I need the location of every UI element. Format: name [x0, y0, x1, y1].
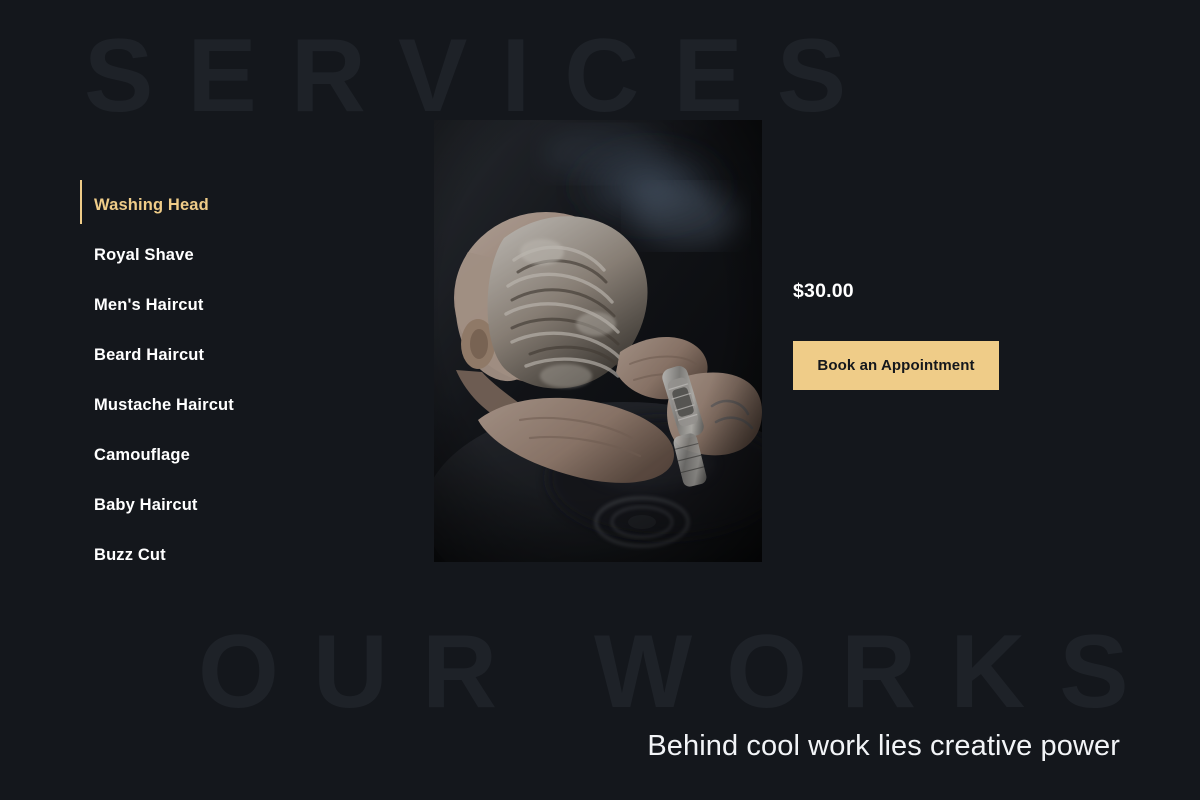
service-item-beard-haircut[interactable]: Beard Haircut	[80, 330, 380, 380]
service-item-label: Buzz Cut	[94, 545, 166, 564]
service-item-camouflage[interactable]: Camouflage	[80, 430, 380, 480]
service-item-washing-head[interactable]: Washing Head	[80, 180, 380, 230]
active-accent-bar	[80, 180, 82, 224]
service-detail-panel: $30.00 Book an Appointment	[793, 280, 1123, 390]
service-price: $30.00	[793, 280, 854, 302]
watermark-our-works: OUR WORKS	[198, 614, 1163, 730]
service-item-label: Camouflage	[94, 445, 190, 464]
footer-tagline: Behind cool work lies creative power	[647, 730, 1120, 762]
service-item-royal-shave[interactable]: Royal Shave	[80, 230, 380, 280]
service-photo-image	[434, 120, 762, 562]
service-item-label: Royal Shave	[94, 245, 194, 264]
service-list: Washing Head Royal Shave Men's Haircut B…	[80, 180, 380, 580]
service-item-label: Men's Haircut	[94, 295, 204, 314]
service-item-mustache-haircut[interactable]: Mustache Haircut	[80, 380, 380, 430]
services-page: SERVICES OUR WORKS Washing Head Royal Sh…	[0, 0, 1200, 800]
service-item-mens-haircut[interactable]: Men's Haircut	[80, 280, 380, 330]
service-item-baby-haircut[interactable]: Baby Haircut	[80, 480, 380, 530]
service-item-label: Baby Haircut	[94, 495, 198, 514]
service-item-label: Beard Haircut	[94, 345, 205, 364]
service-item-buzz-cut[interactable]: Buzz Cut	[80, 530, 380, 580]
service-item-label: Washing Head	[94, 195, 209, 214]
book-appointment-button[interactable]: Book an Appointment	[793, 340, 999, 390]
service-item-label: Mustache Haircut	[94, 395, 234, 414]
watermark-services: SERVICES	[84, 18, 881, 134]
service-photo	[434, 120, 762, 562]
